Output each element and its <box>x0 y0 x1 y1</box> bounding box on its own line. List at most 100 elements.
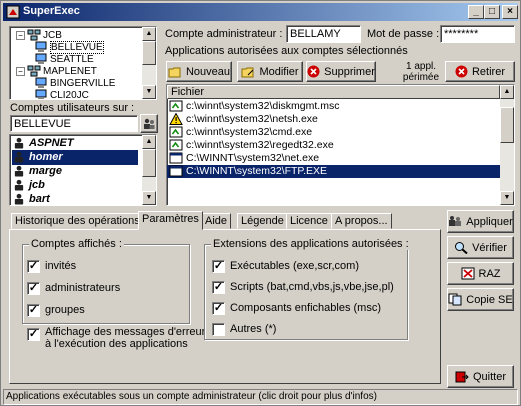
delete-button[interactable]: Supprimer <box>306 61 376 82</box>
close-button[interactable]: × <box>502 5 518 19</box>
quit-button-label: Quitter <box>472 370 506 383</box>
scroll-up-arrow[interactable]: ▲ <box>142 135 156 149</box>
scroll-thumb[interactable] <box>142 149 156 177</box>
user-item[interactable]: homer <box>12 150 138 165</box>
remove-button[interactable]: Retirer <box>445 61 515 82</box>
files-list[interactable]: Fichier c:\winnt\system32\diskmgmt.msc c:… <box>166 84 515 206</box>
file-path: c:\winnt\system32\netsh.exe <box>186 113 318 125</box>
user-icon <box>14 179 24 191</box>
expand-toggle-icon[interactable]: − <box>16 30 25 40</box>
new-button[interactable]: Nouveau <box>166 61 232 82</box>
tree-node-label: SEATTLE <box>50 54 94 65</box>
remove-button-label: Retirer <box>471 65 505 78</box>
file-row[interactable]: C:\WINNT\system32\net.exe <box>167 152 500 165</box>
users-scrollbar[interactable]: ▲ ▼ <box>142 135 156 205</box>
expired-count: 1 appl. <box>405 61 437 72</box>
executable-icon <box>169 165 183 177</box>
verify-button-label: Vérifier <box>472 241 507 254</box>
option-checkbox[interactable]: ✓ <box>27 304 40 317</box>
shown-accounts-title: Comptes affichés : <box>29 238 124 250</box>
executable-icon <box>169 152 183 164</box>
admin-account-field[interactable]: BELLAMY <box>286 25 361 43</box>
title-bar[interactable]: SuperExec _ □ × <box>3 3 518 21</box>
column-header-file[interactable]: Fichier <box>167 85 500 99</box>
reset-button[interactable]: RAZ <box>447 262 514 285</box>
quit-button[interactable]: Quitter <box>447 365 514 388</box>
user-name: jcb <box>29 179 45 191</box>
option-checkbox[interactable]: ✓ <box>212 281 225 294</box>
verify-button[interactable]: Vérifier <box>447 236 514 259</box>
app-icon <box>6 5 20 19</box>
option-label: groupes <box>45 304 85 316</box>
password-field[interactable]: ******** <box>440 25 515 43</box>
file-row[interactable]: c:\winnt\system32\cmd.exe <box>167 126 500 139</box>
scroll-up-arrow[interactable]: ▲ <box>142 27 156 41</box>
reset-button-label: RAZ <box>478 267 501 280</box>
file-row[interactable]: c:\winnt\system32\regedt32.exe <box>167 139 500 152</box>
network-tree[interactable]: − JCB BELLEVUE SEATTLE − MAPLENET BINGERVILLE C… <box>9 26 157 100</box>
file-row[interactable]: C:\WINNT\system32\FTP.EXE <box>167 165 500 178</box>
tree-node[interactable]: CLI20JC <box>34 89 89 100</box>
folder-icon <box>168 67 181 77</box>
users-label: Comptes utilisateurs sur : <box>10 102 135 114</box>
file-row[interactable]: c:\winnt\system32\diskmgmt.msc <box>167 100 500 113</box>
tab-page-parametres: Comptes affichés : ✓ invités ✓ administrate… <box>9 229 441 384</box>
scroll-down-arrow[interactable]: ▼ <box>142 85 156 99</box>
tab-item[interactable]: A propos... <box>331 213 392 229</box>
copy-se-button[interactable]: Copie SE <box>447 288 514 311</box>
tab-item[interactable]: Licence <box>286 213 332 229</box>
snapin-icon <box>169 139 183 151</box>
refresh-users-button[interactable] <box>140 114 158 133</box>
minimize-button[interactable]: _ <box>468 5 484 19</box>
user-item[interactable]: jcb <box>12 178 138 193</box>
password-label: Mot de passe : <box>367 28 440 40</box>
tree-node-label: CLI20JC <box>50 90 89 100</box>
remove-icon <box>455 65 468 78</box>
tab-item[interactable]: Paramètres <box>138 211 203 230</box>
tab-item[interactable]: Légende <box>237 213 288 229</box>
user-item[interactable]: marge <box>12 164 138 179</box>
new-button-label: Nouveau <box>185 65 231 78</box>
scroll-down-arrow[interactable]: ▼ <box>142 191 156 205</box>
option-checkbox[interactable]: ✓ <box>212 302 225 315</box>
expand-toggle-icon[interactable]: − <box>16 66 25 76</box>
main-window: SuperExec _ □ × − JCB BELLEVUE SEATTLE − MAPL… <box>0 0 521 406</box>
option-label: Exécutables (exe,scr,com) <box>230 260 359 272</box>
machine-field[interactable]: BELLEVUE <box>10 115 138 132</box>
user-name: bart <box>29 193 50 205</box>
user-item[interactable]: bart <box>12 192 138 205</box>
option-label: Autres (*) <box>230 323 277 335</box>
scroll-thumb[interactable] <box>500 107 514 143</box>
exit-icon <box>455 371 469 383</box>
option-checkbox[interactable] <box>212 323 225 336</box>
files-scrollbar[interactable]: ▲ ▼ <box>500 85 514 205</box>
users-list[interactable]: ASPNET homer marge jcb bart ▲ ▼ <box>9 134 157 206</box>
user-item[interactable]: ASPNET <box>12 136 138 151</box>
expired-label: périmée <box>402 72 440 83</box>
delete-icon <box>307 65 320 78</box>
scroll-thumb[interactable] <box>142 41 156 65</box>
option-label: administrateurs <box>45 282 121 294</box>
scroll-down-arrow[interactable]: ▼ <box>500 191 514 205</box>
edit-button-label: Modifier <box>259 65 299 78</box>
computer-icon <box>35 89 47 99</box>
snapin-icon <box>169 100 183 112</box>
option-label: Composants enfichables (msc) <box>230 302 382 314</box>
edit-button[interactable]: Modifier <box>237 61 303 82</box>
option-checkbox[interactable]: ✓ <box>27 282 40 295</box>
file-path: c:\winnt\system32\cmd.exe <box>186 126 313 138</box>
option-checkbox[interactable]: ✓ <box>212 260 225 273</box>
apps-heading: Applications autorisées aux comptes séle… <box>165 45 408 57</box>
error-messages-checkbox[interactable]: ✓ <box>27 328 40 341</box>
apply-button[interactable]: Appliquer <box>447 210 514 233</box>
tree-scrollbar[interactable]: ▲ ▼ <box>142 27 156 99</box>
status-bar: Applications exécutables sous un compte … <box>3 389 518 405</box>
people-icon <box>144 118 155 129</box>
tab-item[interactable]: Historique des opérations <box>11 213 144 229</box>
user-icon <box>14 137 24 149</box>
option-checkbox[interactable]: ✓ <box>27 260 40 273</box>
scroll-up-arrow[interactable]: ▲ <box>500 85 514 99</box>
tab-item[interactable]: Aide <box>201 213 232 229</box>
maximize-button[interactable]: □ <box>484 5 500 19</box>
file-row[interactable]: c:\winnt\system32\netsh.exe <box>167 113 500 126</box>
